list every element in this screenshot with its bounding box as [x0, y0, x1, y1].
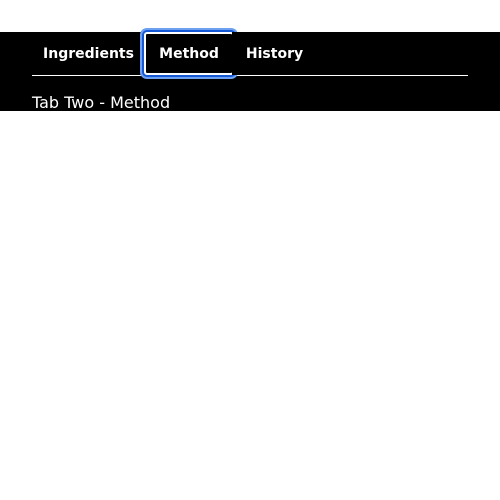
tab-list: Ingredients Method History	[32, 32, 468, 76]
tab-ingredients[interactable]: Ingredients	[32, 32, 145, 75]
tab-panel-content: Tab Two - Method	[32, 93, 171, 112]
tabs-container: Ingredients Method History Tab Two - Met…	[0, 32, 500, 112]
tab-method[interactable]: Method	[144, 32, 234, 75]
tab-history[interactable]: History	[232, 32, 317, 75]
